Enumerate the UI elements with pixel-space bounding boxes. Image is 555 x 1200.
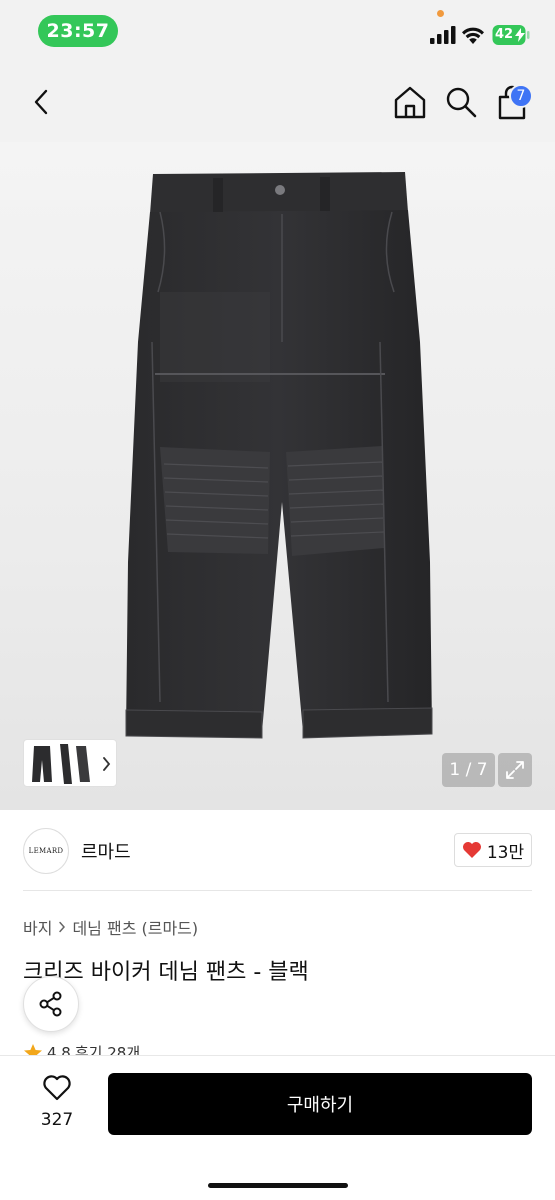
brand-row: LEMARD 르마드 13만 bbox=[0, 810, 555, 890]
brand-name[interactable]: 르마드 bbox=[81, 838, 131, 864]
cellular-signal-icon bbox=[430, 26, 456, 44]
cart-count-badge: 7 bbox=[509, 84, 533, 108]
camera-indicator-dot bbox=[437, 10, 444, 17]
status-time: 23:57 bbox=[38, 15, 118, 47]
battery-level: 42 bbox=[495, 27, 514, 42]
home-icon bbox=[394, 86, 426, 119]
brand-like-button[interactable]: 13만 bbox=[454, 833, 532, 867]
back-button[interactable] bbox=[26, 84, 56, 120]
heart-outline-icon bbox=[43, 1075, 71, 1101]
chevron-right-icon bbox=[59, 921, 66, 933]
heart-filled-icon bbox=[462, 842, 481, 858]
expand-image-button[interactable] bbox=[498, 753, 532, 787]
breadcrumb-category[interactable]: 바지 bbox=[23, 915, 52, 939]
chevron-left-icon bbox=[34, 89, 48, 115]
home-button[interactable] bbox=[392, 84, 428, 120]
brand-like-count: 13만 bbox=[486, 842, 525, 863]
image-page-indicator: 1 / 7 bbox=[442, 753, 495, 787]
top-navigation bbox=[0, 62, 555, 142]
battery-indicator: 42 bbox=[492, 24, 530, 46]
share-button[interactable] bbox=[23, 976, 79, 1032]
breadcrumb: 바지 데님 팬츠 (르마드) bbox=[23, 915, 198, 939]
product-image-gallery[interactable]: 1 / 7 bbox=[0, 142, 555, 810]
product-photo-black-denim-pants bbox=[125, 172, 433, 739]
bottom-action-bar: 327 구매하기 bbox=[0, 1055, 555, 1200]
wishlist-count: 327 bbox=[40, 1110, 74, 1130]
expand-icon bbox=[506, 761, 524, 779]
home-indicator bbox=[208, 1183, 348, 1188]
wifi-icon bbox=[462, 27, 484, 44]
breadcrumb-subcategory[interactable]: 데님 팬츠 (르마드) bbox=[72, 915, 198, 939]
wishlist-button[interactable]: 327 bbox=[30, 1074, 84, 1134]
status-bar: 23:57 42 bbox=[0, 0, 555, 62]
thumbnail-strip[interactable] bbox=[23, 739, 117, 787]
thumbnail-images bbox=[32, 744, 111, 784]
search-button[interactable] bbox=[443, 84, 479, 120]
search-icon bbox=[446, 87, 477, 118]
chevron-right-icon bbox=[103, 757, 111, 771]
brand-logo[interactable]: LEMARD bbox=[23, 828, 69, 874]
buy-button[interactable]: 구매하기 bbox=[108, 1073, 532, 1135]
share-icon bbox=[39, 991, 62, 1017]
section-divider bbox=[23, 890, 532, 891]
charging-bolt-icon bbox=[515, 28, 525, 42]
